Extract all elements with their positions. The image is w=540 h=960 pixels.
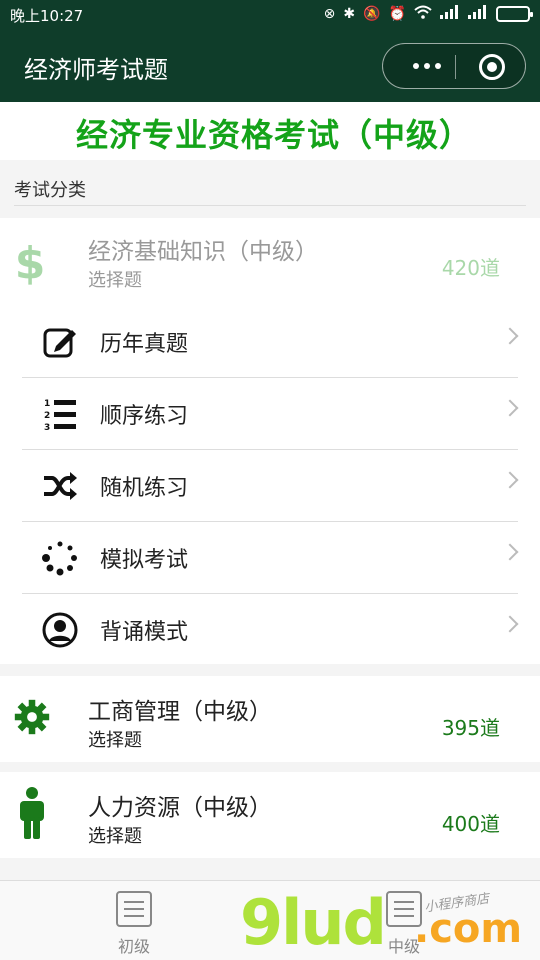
- category-count: 395道: [441, 716, 500, 740]
- chevron-right-icon: [501, 399, 519, 417]
- menu-item-label: 顺序练习: [100, 404, 189, 429]
- svg-text:3: 3: [44, 423, 50, 432]
- ordered-list-icon: 1 2 3: [42, 396, 78, 432]
- menu-item-mock-exam[interactable]: 模拟考试: [22, 522, 519, 594]
- section-divider: [14, 205, 526, 206]
- battery-icon: [496, 6, 533, 22]
- category-count: 420道: [441, 256, 500, 280]
- shuffle-icon: [42, 468, 78, 504]
- list-icon: [386, 891, 422, 927]
- miniprogram-capsule: [382, 43, 526, 89]
- status-icons: ⊗ ✱ 🔕 ⏰: [323, 5, 533, 23]
- category-card-business[interactable]: 工商管理（中级） 选择题 395道: [0, 676, 540, 762]
- tab-intermediate[interactable]: 中级: [364, 887, 444, 957]
- alarm-icon: ⏰: [388, 6, 406, 22]
- category-card-economics: $ 经济基础知识（中级） 选择题 420道 历年真题 1 2 3 顺序练习 随机…: [0, 218, 540, 664]
- spinner-icon: [42, 540, 78, 576]
- menu-item-label: 历年真题: [100, 332, 189, 357]
- gear-icon: [14, 692, 50, 742]
- category-name: 人力资源（中级）: [88, 795, 272, 821]
- tab-label: 初级: [117, 937, 150, 956]
- chevron-right-icon: [501, 471, 519, 489]
- user-circle-icon: [42, 612, 78, 648]
- category-card-hr[interactable]: 人力资源（中级） 选择题 400道: [0, 772, 540, 858]
- exam-banner: 经济专业资格考试（中级）: [0, 102, 540, 160]
- signal-icon: [468, 5, 488, 23]
- dollar-icon: $: [12, 236, 48, 286]
- menu-item-random-practice[interactable]: 随机练习: [22, 450, 519, 522]
- page-title: 经济师考试题: [24, 56, 168, 84]
- bluetooth-icon: ✱: [343, 6, 356, 22]
- tab-bar: 初级 中级: [0, 880, 540, 960]
- list-icon: [116, 891, 152, 927]
- category-subtitle: 选择题: [88, 826, 142, 847]
- tab-label: 中级: [387, 937, 420, 956]
- status-time: 晚上10:27: [10, 7, 84, 25]
- mute-icon: 🔕: [363, 6, 381, 22]
- menu-item-recitation-mode[interactable]: 背诵模式: [22, 594, 519, 666]
- signal-icon: [440, 5, 460, 23]
- chevron-right-icon: [501, 543, 519, 561]
- category-name: 经济基础知识（中级）: [88, 239, 318, 265]
- chevron-right-icon: [501, 327, 519, 345]
- status-bar: 晚上10:27 ⊗ ✱ 🔕 ⏰: [0, 0, 540, 30]
- more-button[interactable]: [401, 52, 453, 80]
- edit-icon: [42, 324, 78, 360]
- svg-text:$: $: [15, 238, 46, 286]
- link-icon: ⊗: [323, 6, 336, 22]
- menu-item-label: 背诵模式: [100, 620, 189, 645]
- svg-text:1: 1: [44, 399, 50, 409]
- section-header: 考试分类: [0, 160, 540, 218]
- category-count: 400道: [441, 812, 500, 836]
- menu-item-label: 模拟考试: [100, 548, 189, 573]
- category-subtitle: 选择题: [88, 730, 142, 751]
- capsule-divider: [455, 55, 456, 79]
- section-label: 考试分类: [14, 180, 86, 201]
- category-name: 工商管理（中级）: [88, 699, 272, 725]
- menu-item-label: 随机练习: [100, 476, 189, 501]
- menu-item-past-papers[interactable]: 历年真题: [22, 306, 519, 378]
- chevron-right-icon: [501, 615, 519, 633]
- tab-primary[interactable]: 初级: [94, 887, 174, 957]
- nav-bar: 经济师考试题: [0, 30, 540, 102]
- banner-title: 经济专业资格考试（中级）: [76, 116, 473, 154]
- svg-text:2: 2: [44, 411, 50, 421]
- category-header[interactable]: $ 经济基础知识（中级） 选择题 420道: [0, 218, 540, 308]
- category-subtitle: 选择题: [88, 270, 142, 291]
- menu-item-sequential-practice[interactable]: 1 2 3 顺序练习: [22, 378, 519, 450]
- wifi-icon: [414, 5, 432, 23]
- close-button[interactable]: [479, 54, 505, 80]
- person-icon: [14, 787, 50, 839]
